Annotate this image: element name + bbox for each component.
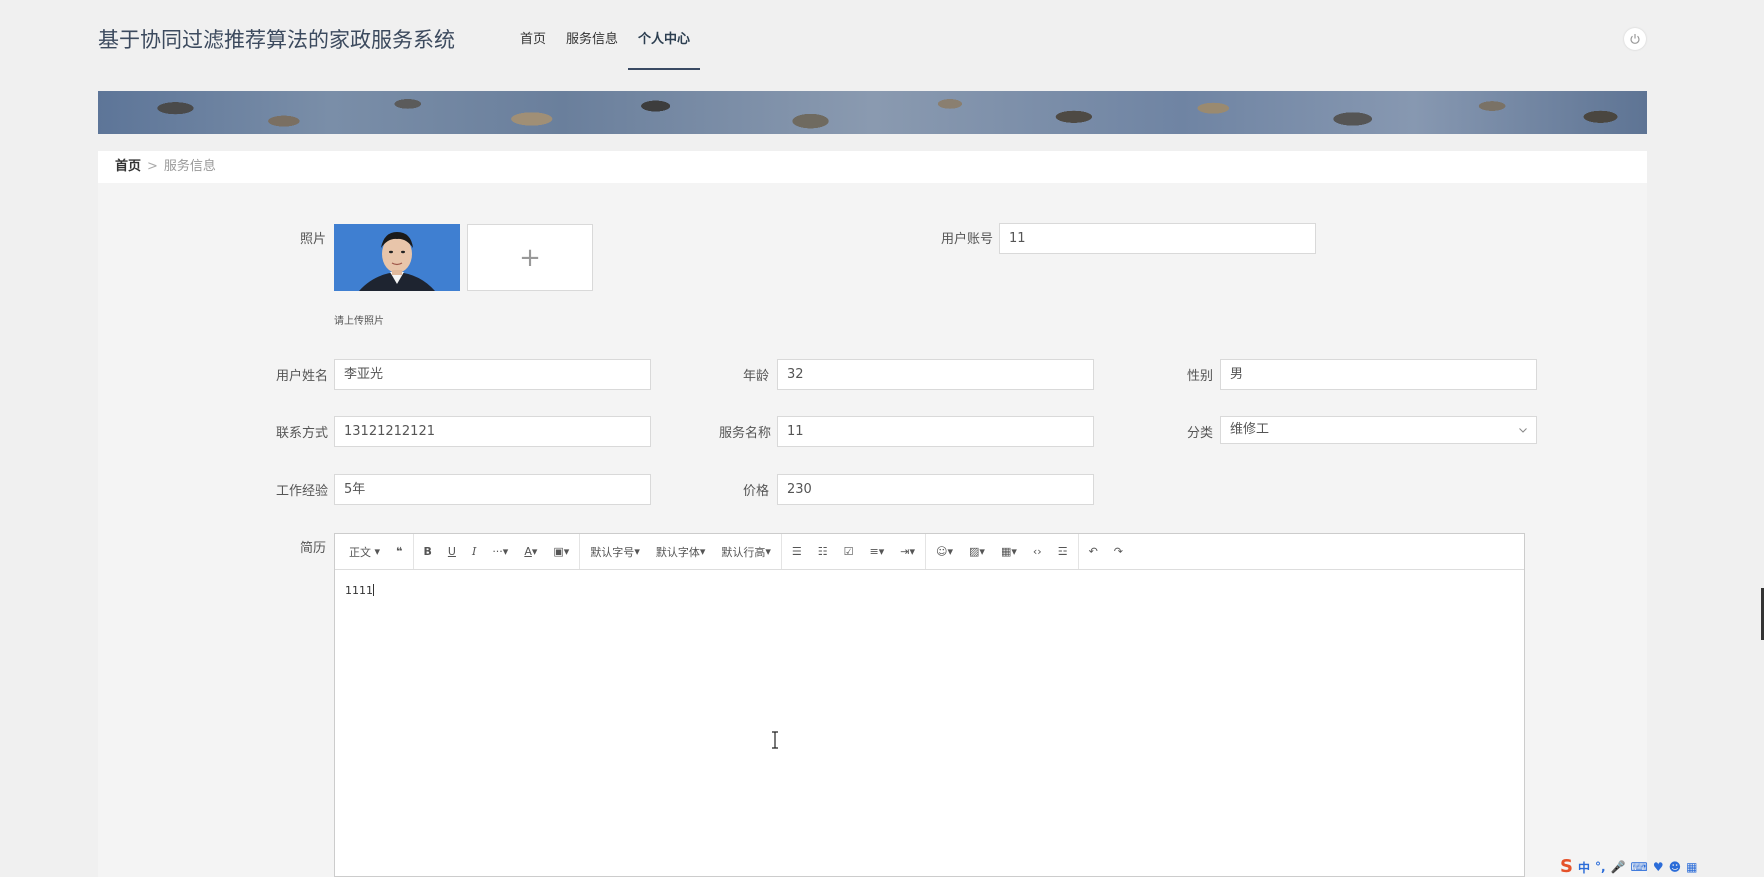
- resume-label: 简历: [300, 541, 327, 556]
- nav-personal-center[interactable]: 个人中心: [628, 0, 701, 70]
- ime-mode-label[interactable]: 中: [1578, 859, 1590, 876]
- toolbar-divider: [780, 534, 782, 569]
- experience-field[interactable]: 5年: [334, 474, 651, 505]
- resume-text: 1111: [345, 584, 373, 597]
- paragraph-label: 正文: [349, 545, 371, 559]
- keyboard-icon[interactable]: ⌨: [1631, 860, 1648, 874]
- gender-field[interactable]: 男: [1220, 359, 1537, 390]
- price-label: 价格: [743, 484, 770, 499]
- divider-line-icon[interactable]: ☲: [1050, 534, 1076, 569]
- header-banner: [98, 91, 1647, 134]
- photo-upload-button[interactable]: +: [467, 224, 593, 291]
- gender-label: 性别: [1187, 369, 1214, 384]
- image-icon[interactable]: ▨▾: [961, 534, 993, 569]
- service-name-field[interactable]: 11: [777, 416, 1094, 447]
- emoji-icon[interactable]: ☺▾: [928, 534, 961, 569]
- nav-home[interactable]: 首页: [510, 0, 556, 70]
- punctuation-icon[interactable]: °,: [1595, 860, 1606, 874]
- age-field[interactable]: 32: [777, 359, 1094, 390]
- code-icon[interactable]: ‹›: [1025, 534, 1050, 569]
- font-size-dropdown[interactable]: 默认字号 ▾: [582, 534, 648, 569]
- account-field[interactable]: 11: [999, 223, 1316, 254]
- contact-label: 联系方式: [276, 426, 329, 441]
- photo-thumbnail[interactable]: [334, 224, 460, 291]
- category-label: 分类: [1187, 426, 1214, 441]
- photo-upload-hint: 请上传照片: [334, 316, 384, 327]
- resume-editor: 正文 ▾ ❝ B U I ···▾ A ▾ ▣▾ 默认字号 ▾ 默认字体 ▾ 默认行高…: [334, 533, 1525, 877]
- account-label: 用户账号: [941, 232, 994, 247]
- bold-icon[interactable]: B: [416, 534, 440, 569]
- name-field[interactable]: 李亚光: [334, 359, 651, 390]
- nav-service-info[interactable]: 服务信息: [556, 0, 628, 70]
- grid-icon[interactable]: ▦: [1686, 860, 1697, 874]
- undo-icon[interactable]: ↶: [1081, 534, 1106, 569]
- toolbar-divider: [925, 534, 927, 569]
- font-color-icon[interactable]: A ▾: [516, 534, 545, 569]
- numbered-list-icon[interactable]: ☷: [810, 534, 836, 569]
- age-label: 年龄: [743, 369, 770, 384]
- breadcrumb-home[interactable]: 首页: [115, 159, 141, 174]
- font-size-label: 默认字号: [590, 545, 635, 559]
- power-icon[interactable]: [1624, 28, 1646, 50]
- text-cursor-icon: [772, 731, 778, 749]
- toolbar-divider: [412, 534, 414, 569]
- service-name-label: 服务名称: [719, 426, 772, 441]
- microphone-icon[interactable]: 🎤: [1611, 860, 1626, 874]
- skin-icon[interactable]: ♥: [1653, 860, 1664, 874]
- photo-label: 照片: [300, 232, 327, 247]
- contact-field[interactable]: 13121212121: [334, 416, 651, 447]
- table-icon[interactable]: ▦▾: [993, 534, 1025, 569]
- price-field[interactable]: 230: [777, 474, 1094, 505]
- toolbar-divider: [579, 534, 581, 569]
- category-value: 维修工: [1230, 422, 1270, 437]
- name-label: 用户姓名: [276, 369, 329, 384]
- italic-icon[interactable]: I: [464, 534, 484, 569]
- font-family-dropdown[interactable]: 默认字体 ▾: [648, 534, 714, 569]
- breadcrumb: 首页 > 服务信息: [98, 151, 1647, 183]
- align-icon[interactable]: ≡▾: [862, 534, 893, 569]
- toolbar-divider: [1077, 534, 1079, 569]
- bullet-list-icon[interactable]: ☰: [784, 534, 810, 569]
- todo-checkbox-icon[interactable]: ☑: [836, 534, 862, 569]
- resume-content[interactable]: 1111: [345, 584, 374, 597]
- paragraph-dropdown[interactable]: 正文 ▾: [341, 534, 388, 569]
- plus-icon: +: [519, 242, 541, 273]
- main-nav: 首页 服务信息 个人中心: [510, 0, 701, 72]
- more-format-icon[interactable]: ···▾: [484, 534, 516, 569]
- category-select[interactable]: 维修工: [1220, 416, 1537, 444]
- underline-icon[interactable]: U: [440, 534, 464, 569]
- font-family-label: 默认字体: [655, 545, 700, 559]
- editor-toolbar: 正文 ▾ ❝ B U I ···▾ A ▾ ▣▾ 默认字号 ▾ 默认字体 ▾ 默认行高…: [335, 534, 1524, 570]
- chevron-down-icon: [1519, 428, 1527, 433]
- sogou-logo-icon[interactable]: S: [1560, 858, 1573, 876]
- breadcrumb-current: 服务信息: [163, 159, 216, 174]
- line-height-label: 默认行高: [721, 545, 766, 559]
- indent-icon[interactable]: ⇥▾: [892, 534, 923, 569]
- background-color-icon[interactable]: ▣▾: [545, 534, 577, 569]
- experience-label: 工作经验: [276, 484, 329, 499]
- text-caret: [373, 584, 374, 596]
- ime-toolbar: S 中 °, 🎤 ⌨ ♥ ☻ ▦: [1560, 857, 1697, 877]
- quote-icon[interactable]: ❝: [388, 534, 410, 569]
- site-title: 基于协同过滤推荐算法的家政服务系统: [98, 28, 455, 52]
- robot-icon[interactable]: ☻: [1669, 860, 1682, 874]
- redo-icon[interactable]: ↷: [1106, 534, 1131, 569]
- breadcrumb-separator: >: [147, 159, 158, 174]
- line-height-dropdown[interactable]: 默认行高 ▾: [713, 534, 779, 569]
